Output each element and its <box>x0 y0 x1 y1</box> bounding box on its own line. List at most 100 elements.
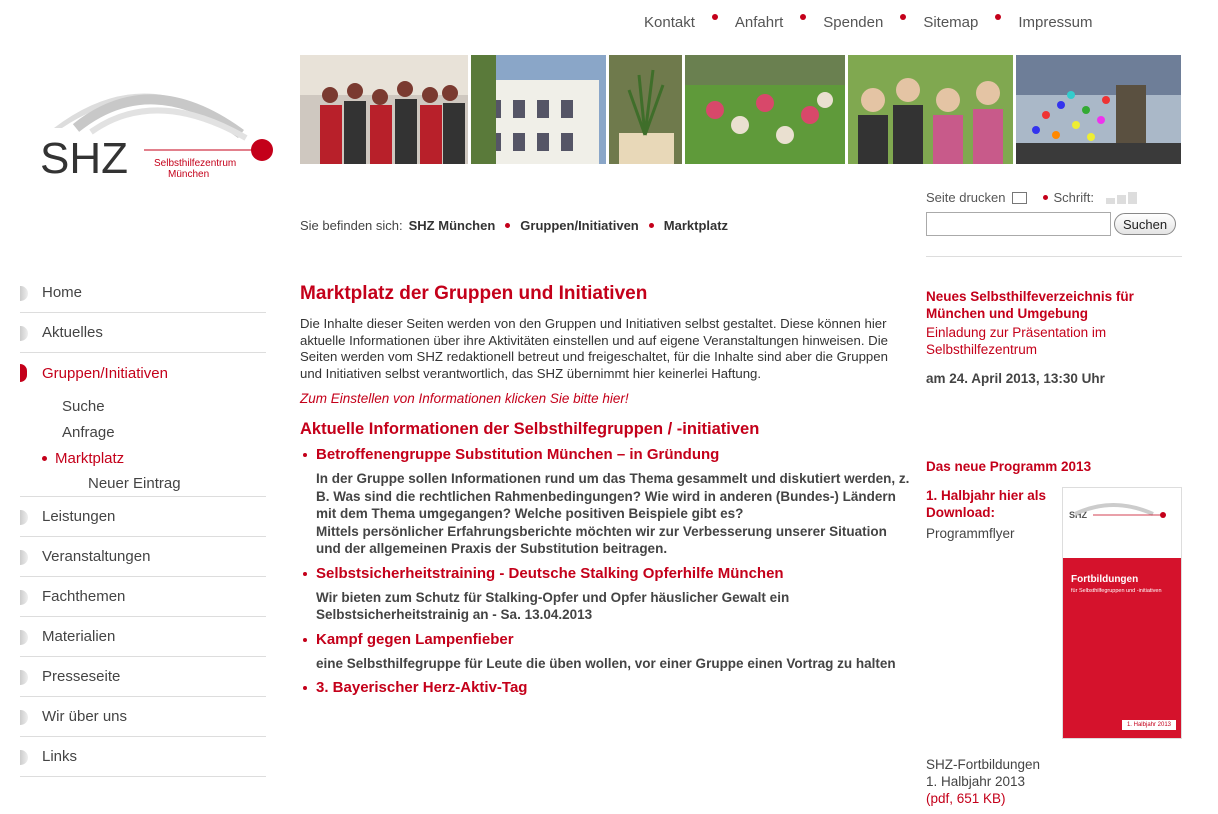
cta-link[interactable]: Zum Einstellen von Informationen klicken… <box>300 390 912 407</box>
pdf-download-link[interactable]: (pdf, 651 KB) <box>926 790 1040 807</box>
nav-link-sitemap[interactable]: Sitemap <box>923 14 978 31</box>
entry-description: Wir bieten zum Schutz für Stalking-Opfer… <box>316 589 790 623</box>
cover-red-area <box>1063 558 1181 738</box>
tools-separator <box>1042 195 1048 200</box>
nav-link-spenden[interactable]: Spenden <box>823 14 883 31</box>
entry-description-text: Mittels persönlicher Erfahrungsberichte … <box>316 523 887 557</box>
sidebar-item-fachthemen[interactable]: Fachthemen <box>20 577 266 617</box>
sidebar-navigation: Home Aktuelles Gruppen/Initiativen Suche… <box>20 273 266 777</box>
breadcrumb-item-shz-muenchen[interactable]: SHZ München <box>409 218 496 233</box>
sidebar-item-gruppen-initiativen[interactable]: Gruppen/Initiativen <box>20 353 266 393</box>
font-size-small-button[interactable] <box>1105 197 1115 204</box>
sidebar-item-label: Links <box>42 748 78 765</box>
news-subtitle: Einladung zur Präsentation im Selbsthilf… <box>926 325 1107 357</box>
news-title-link[interactable]: Neues Selbsthilfeverzeichnis für München… <box>926 288 1186 322</box>
sidebar-item-label: Veranstaltungen <box>42 548 151 565</box>
tab-marker-icon <box>20 670 28 685</box>
nav-link-anfahrt[interactable]: Anfahrt <box>735 14 783 31</box>
entry-title-link[interactable]: Betroffenengruppe Substitution München –… <box>300 446 912 464</box>
printer-icon <box>1011 191 1027 204</box>
nav-separator <box>900 14 907 20</box>
tab-marker-icon <box>20 750 28 765</box>
tab-marker-icon <box>20 510 28 525</box>
sidebar-item-materialien[interactable]: Materialien <box>20 617 266 657</box>
print-link[interactable]: Seite drucken <box>926 190 1027 205</box>
program-cover-image[interactable]: SHZ Fortbildungen für Selbsthilfegruppen… <box>1062 487 1182 739</box>
nav-link-impressum[interactable]: Impressum <box>1018 14 1092 31</box>
balloons-photo <box>1016 55 1181 164</box>
entry-title-link[interactable]: 3. Bayerischer Herz-Aktiv-Tag <box>300 679 912 697</box>
breadcrumb-separator <box>505 223 511 228</box>
download-link[interactable]: 1. Halbjahr hier als Download: <box>926 487 1056 521</box>
breadcrumb-item-gruppen[interactable]: Gruppen/Initiativen <box>520 218 638 233</box>
breadcrumb-prefix: Sie befinden sich: <box>300 218 403 233</box>
entry-title: Selbstsicherheitstraining - Deutsche Sta… <box>316 564 784 582</box>
tab-marker-icon <box>20 630 28 645</box>
sidebar-subitem-suche[interactable]: Suche <box>20 393 266 419</box>
entry-title: Kampf gegen Lampenfieber <box>316 630 514 648</box>
logo-graphic: SHZ Selbsthilfezentrum München <box>40 93 273 183</box>
entry-description-text: In der Gruppe sollen Informationen rund … <box>316 471 910 522</box>
list-item: Selbstsicherheitstraining - Deutsche Sta… <box>300 565 912 624</box>
cover-badge: 1. Halbjahr 2013 <box>1121 720 1176 730</box>
section-title: Aktuelle Informationen der Selbsthilfegr… <box>300 420 760 439</box>
group-meadow-photo <box>685 55 845 164</box>
sidebar-item-presseseite[interactable]: Presseseite <box>20 657 266 697</box>
sidebar-item-label: Home <box>42 284 83 301</box>
search-button[interactable]: Suchen <box>1114 213 1177 235</box>
svg-text:Selbsthilfezentrum: Selbsthilfezentrum <box>154 158 236 169</box>
main-content: Marktplatz der Gruppen und Initiativen D… <box>300 282 912 697</box>
tab-marker-icon <box>20 364 27 382</box>
sidebar-item-home[interactable]: Home <box>20 273 266 313</box>
search-input[interactable] <box>926 212 1111 236</box>
entry-description: In der Gruppe sollen Informationen rund … <box>300 470 912 558</box>
entry-title: Betroffenengruppe Substitution München –… <box>316 446 720 464</box>
breadcrumb-item-marktplatz[interactable]: Marktplatz <box>664 218 728 233</box>
divider <box>926 256 1182 257</box>
print-label: Seite drucken <box>926 190 1006 205</box>
sidebar-item-label: Gruppen/Initiativen <box>42 364 168 382</box>
sidebar-item-leistungen[interactable]: Leistungen <box>20 497 266 537</box>
sidebar-item-label: Fachthemen <box>42 588 126 605</box>
font-size-medium-button[interactable] <box>1116 194 1126 204</box>
cover-subtitle: für Selbsthilfegruppen und -initiativen <box>1071 588 1162 594</box>
page-title: Marktplatz der Gruppen und Initiativen <box>300 283 648 304</box>
nav-separator <box>995 14 1002 20</box>
tab-marker-icon <box>20 550 28 565</box>
program-title: Das neue Programm 2013 <box>926 459 1092 474</box>
sidebar-subitem-anfrage[interactable]: Anfrage <box>20 419 266 445</box>
list-item: 3. Bayerischer Herz-Aktiv-Tag <box>300 679 912 697</box>
tab-marker-icon <box>20 590 28 605</box>
entry-title-link[interactable]: Selbstsicherheitstraining - Deutsche Sta… <box>300 565 912 583</box>
tab-marker-icon <box>20 326 28 341</box>
entry-description: eine Selbsthilfegruppe für Leute die übe… <box>316 655 896 671</box>
cover-title: Fortbildungen <box>1071 574 1139 585</box>
cta-link-text[interactable]: Zum Einstellen von Informationen klicken… <box>300 391 629 406</box>
shz-logo[interactable]: SHZ Selbsthilfezentrum München <box>36 68 286 198</box>
download-caption: 1. Halbjahr 2013 <box>926 774 1026 789</box>
breadcrumb: Sie befinden sich: SHZ München Gruppen/I… <box>300 218 728 233</box>
nav-separator <box>711 14 718 20</box>
sidebar-item-links[interactable]: Links <box>20 737 266 777</box>
sidebar-item-aktuelles[interactable]: Aktuelles <box>20 313 266 353</box>
photo-banner <box>300 55 1181 164</box>
sidebar-subitem-neuer-eintrag[interactable]: Neuer Eintrag <box>20 471 266 497</box>
cover-logo-graphic <box>1074 503 1166 518</box>
nav-separator <box>800 14 807 20</box>
font-size-label: Schrift: <box>1053 190 1094 205</box>
nav-link-kontakt[interactable]: Kontakt <box>644 14 695 31</box>
team-photo <box>300 55 468 164</box>
sidebar-item-wir-ueber-uns[interactable]: Wir über uns <box>20 697 266 737</box>
font-size-large-button[interactable] <box>1127 191 1137 204</box>
women-group-photo <box>848 55 1013 164</box>
sidebar-item-label: Aktuelles <box>42 324 103 341</box>
download-info: SHZ-Fortbildungen 1. Halbjahr 2013 (pdf,… <box>926 756 1040 807</box>
entry-title-link[interactable]: Kampf gegen Lampenfieber <box>300 631 912 649</box>
news-date: am 24. April 2013, 13:30 Uhr <box>926 371 1105 386</box>
sidebar-item-veranstaltungen[interactable]: Veranstaltungen <box>20 537 266 577</box>
sidebar-subitem-marktplatz[interactable]: Marktplatz <box>20 445 266 471</box>
sidebar-item-label: Marktplatz <box>55 449 125 467</box>
intro-text: Die Inhalte dieser Seiten werden von den… <box>300 316 888 381</box>
tab-marker-icon <box>20 286 28 301</box>
sidebar-item-label: Materialien <box>42 628 116 645</box>
